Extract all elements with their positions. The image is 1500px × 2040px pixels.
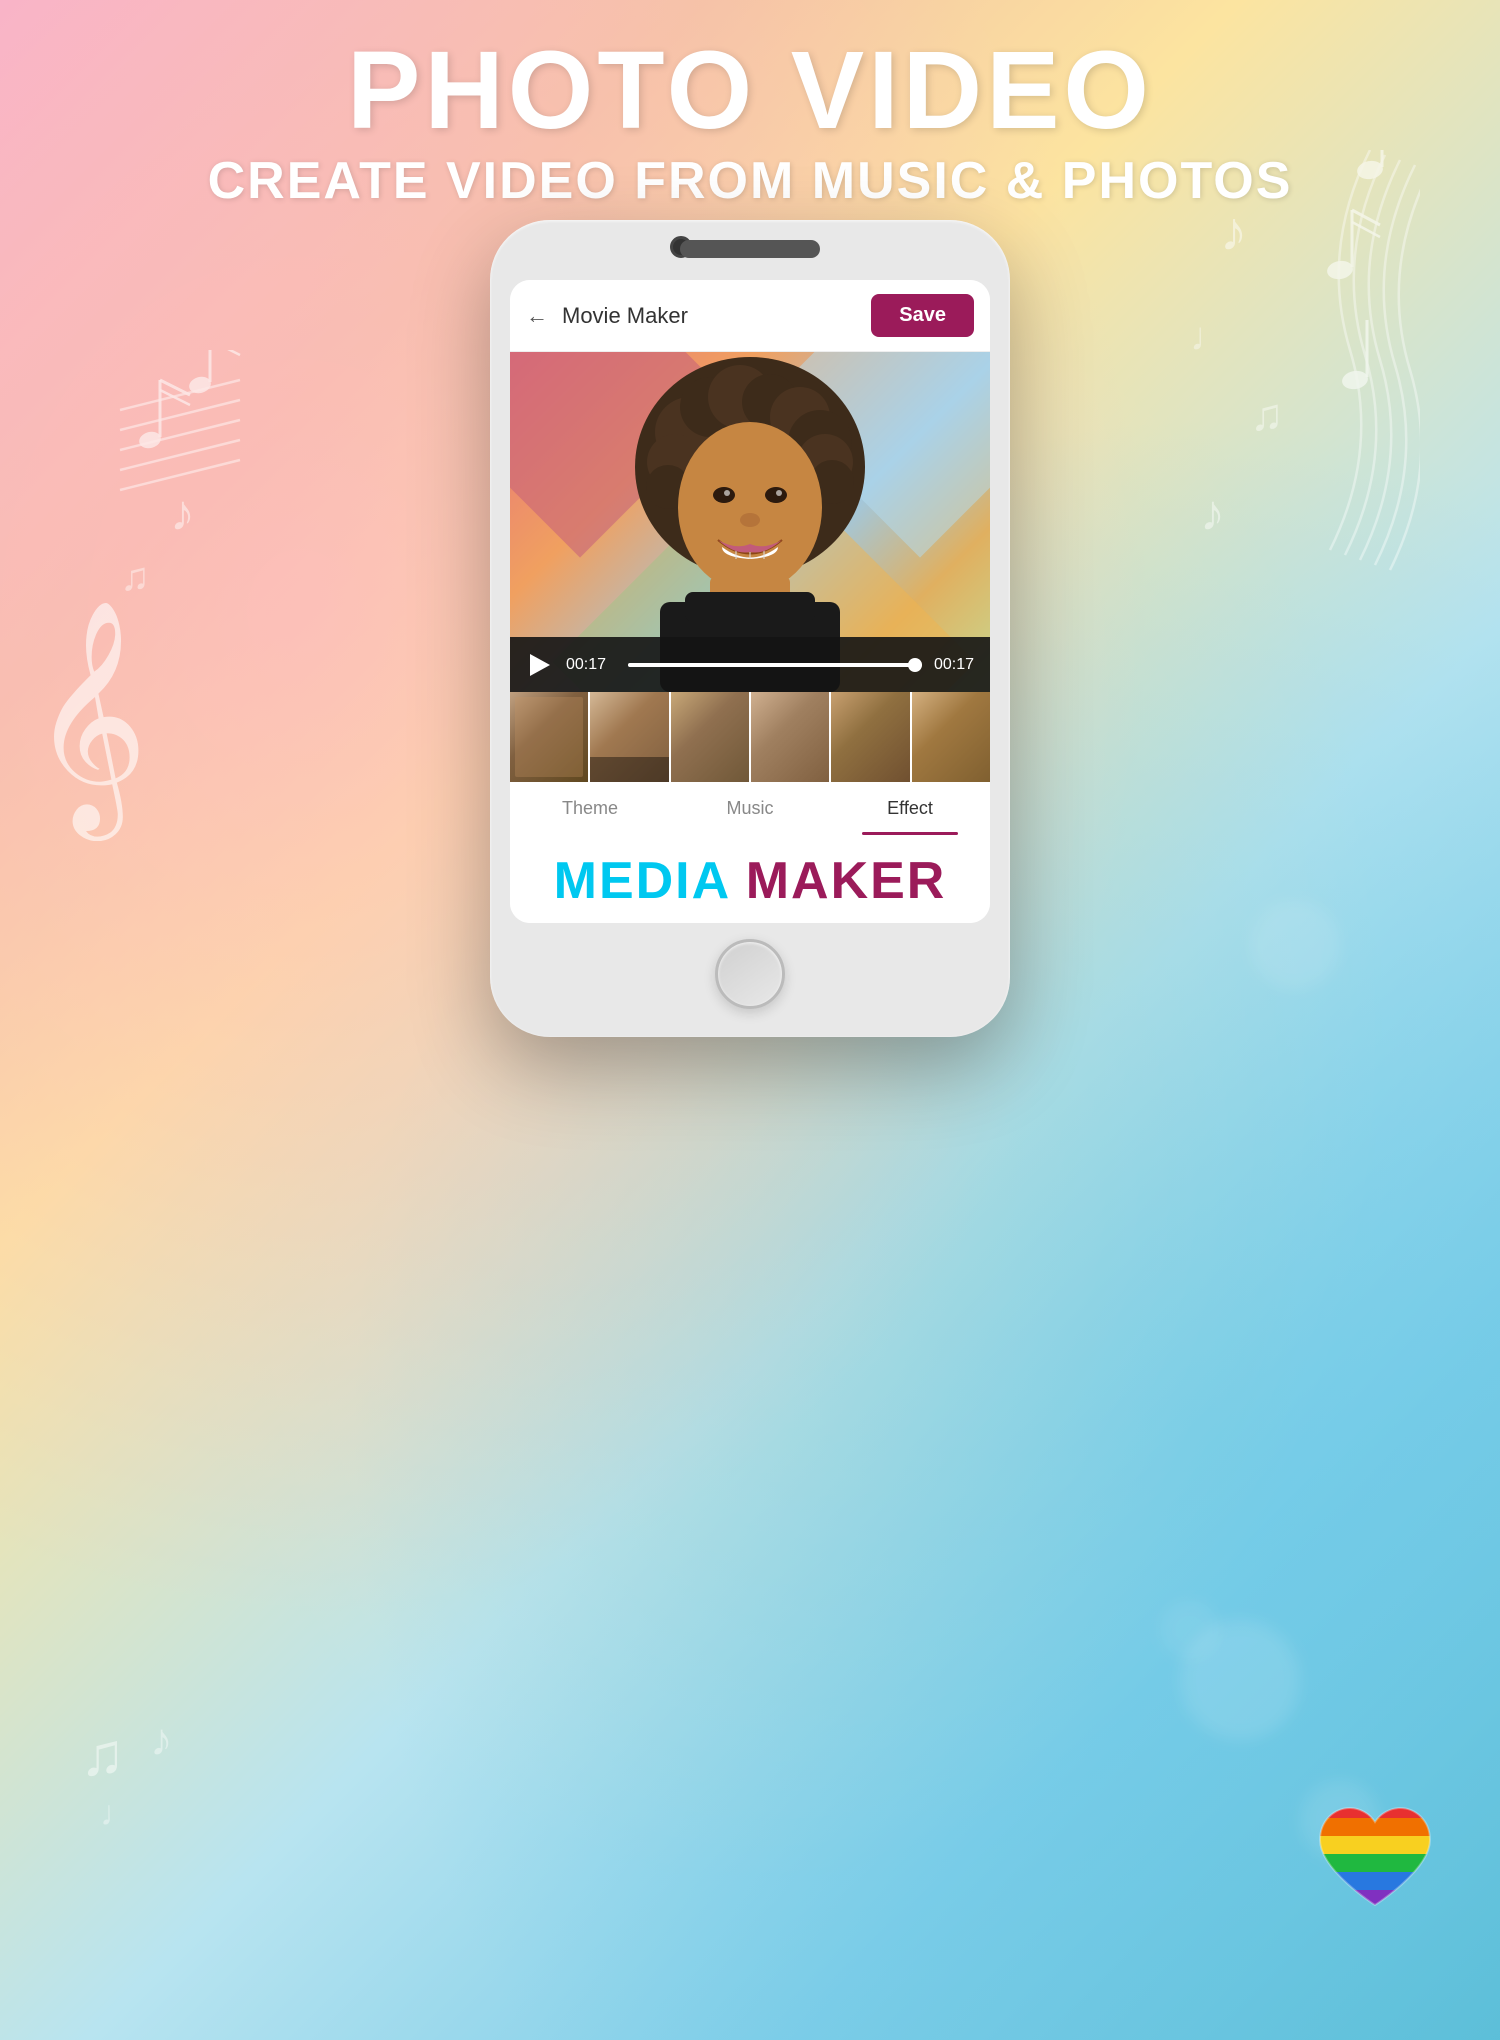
- play-button[interactable]: [526, 651, 554, 679]
- svg-text:♫: ♫: [80, 1721, 125, 1788]
- svg-text:♪: ♪: [1200, 485, 1225, 541]
- svg-text:♫: ♫: [120, 555, 150, 599]
- left-music-notes: ♪ ♫: [100, 350, 260, 655]
- brand-word1: MEDIA: [554, 852, 730, 910]
- back-button[interactable]: ←: [526, 303, 548, 329]
- thumbnail-strip: [510, 692, 990, 782]
- thumbnail-5[interactable]: [831, 692, 911, 782]
- thumbnail-4[interactable]: [751, 692, 831, 782]
- progress-fill: [628, 663, 922, 667]
- svg-text:♩: ♩: [100, 1794, 135, 1833]
- svg-text:♩: ♩: [1190, 315, 1230, 359]
- phone-speaker: [680, 240, 820, 258]
- app-header: ← Movie Maker Save: [510, 280, 990, 352]
- progress-handle[interactable]: [908, 658, 922, 672]
- tab-theme[interactable]: Theme: [510, 798, 670, 827]
- tab-music[interactable]: Music: [670, 798, 830, 827]
- svg-text:♫: ♫: [1250, 389, 1284, 440]
- thumbnail-1[interactable]: [510, 692, 590, 782]
- app-brand: MEDIA MAKER: [510, 835, 990, 923]
- title-area: PHOTO VIDEO CREATE VIDEO FROM MUSIC & PH…: [0, 30, 1500, 211]
- total-time: 00:17: [934, 656, 974, 674]
- bokeh-4: [1250, 900, 1340, 990]
- tab-effect[interactable]: Effect: [830, 798, 990, 827]
- video-controls-bar: 00:17 00:17: [510, 637, 990, 692]
- play-icon: [530, 654, 550, 676]
- subtitle: CREATE VIDEO FROM MUSIC & PHOTOS: [0, 151, 1500, 211]
- video-player[interactable]: 00:17 00:17: [510, 352, 990, 692]
- phone-top-bar: [510, 240, 990, 268]
- current-time: 00:17: [566, 656, 616, 674]
- phone-screen: ← Movie Maker Save: [510, 280, 990, 923]
- brand-word2: MAKER: [746, 852, 947, 910]
- right-music-notes: ♪ ♫ ♩ ♪: [1170, 150, 1420, 655]
- bokeh-3: [1160, 1600, 1220, 1660]
- thumbnail-3[interactable]: [671, 692, 751, 782]
- tabs-bar: Theme Music Effect: [510, 782, 990, 835]
- progress-bar[interactable]: [628, 663, 922, 667]
- svg-text:♪: ♪: [150, 1715, 173, 1765]
- phone-mockup: ← Movie Maker Save: [490, 220, 1010, 1037]
- thumbnail-6[interactable]: [912, 692, 990, 782]
- app-title: Movie Maker: [562, 303, 871, 329]
- bottom-left-notes: ♫ ♪ ♩: [80, 1715, 230, 1840]
- save-button[interactable]: Save: [871, 294, 974, 337]
- thumbnail-2[interactable]: [590, 692, 670, 782]
- svg-text:♪: ♪: [170, 485, 195, 541]
- phone-body: ← Movie Maker Save: [490, 220, 1010, 1037]
- main-title: PHOTO VIDEO: [0, 30, 1500, 151]
- home-button[interactable]: [715, 939, 785, 1009]
- rainbow-heart: [1310, 1800, 1440, 1920]
- phone-bottom: [510, 923, 990, 1017]
